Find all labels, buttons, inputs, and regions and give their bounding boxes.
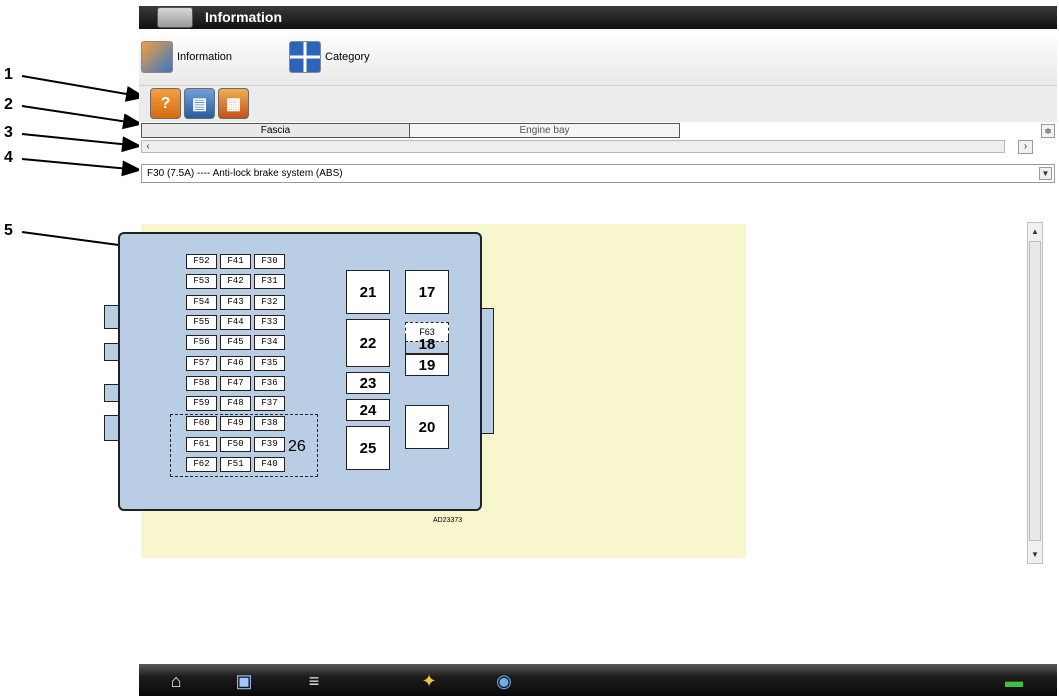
fuse-f56: F56: [186, 335, 217, 351]
data-button[interactable]: ◉: [489, 668, 519, 694]
category-grid-icon: [289, 41, 321, 73]
relay-18: 18: [405, 336, 449, 354]
toolbar: ? ▤ ▦: [139, 85, 1057, 123]
data-icon: ◉: [496, 670, 512, 691]
tab-scroll-icon[interactable]: ≑: [1041, 124, 1055, 138]
relay-19: 19: [405, 354, 449, 376]
diagram-code: AD23373: [433, 517, 463, 524]
fuse-f31: F31: [254, 274, 285, 290]
connection-icon: ▬: [1005, 670, 1023, 691]
scroll-down-icon[interactable]: ▼: [1028, 548, 1042, 561]
callout-arrow-3: [21, 133, 142, 153]
fuse-f54: F54: [186, 294, 217, 310]
fuse-f36: F36: [254, 375, 285, 391]
fuse-f33: F33: [254, 314, 285, 330]
tools-icon: ≡: [308, 670, 320, 691]
home-button[interactable]: ⌂: [161, 668, 191, 694]
nav-bar: Information Category: [139, 29, 1057, 85]
fuse-box-diagram: F52 F41 F30 F53 F42 F31 F54 F43 F32 F55 F44 F33 F56 F…: [104, 232, 494, 511]
connection-button[interactable]: ▬: [999, 668, 1029, 694]
nav-category-label: Category: [325, 51, 370, 63]
help-button[interactable]: ?: [150, 88, 181, 119]
taskbar: ⌂ ▣ ≡ ✦ ◉ ▬: [139, 664, 1057, 696]
fuse-f43: F43: [220, 294, 251, 310]
horizontal-scrollbar[interactable]: ‹: [141, 140, 1005, 153]
fuse-f48: F48: [220, 396, 251, 412]
fuse-f34: F34: [254, 335, 285, 351]
fuse-f45: F45: [220, 335, 251, 351]
fuse-f35: F35: [254, 355, 285, 371]
tab-fascia[interactable]: Fascia: [141, 123, 410, 138]
relay-17: 17: [405, 270, 449, 314]
display-button[interactable]: ▣: [229, 668, 259, 694]
callout-arrow-2: [21, 105, 143, 130]
nav-information-label: Information: [177, 51, 233, 63]
callout-arrow-4: [21, 158, 142, 177]
vehicle-button[interactable]: ✦: [414, 668, 444, 694]
fuse-f59: F59: [186, 396, 217, 412]
fuse-f42: F42: [220, 274, 251, 290]
home-icon: ⌂: [170, 670, 182, 691]
fuse-group-label: 26: [288, 438, 306, 455]
scroll-up-icon[interactable]: ▲: [1028, 225, 1042, 238]
connector-tab: [480, 308, 494, 434]
fuse-f55: F55: [186, 314, 217, 330]
title-bar: Information: [139, 6, 1057, 29]
help-icon: ?: [160, 94, 171, 112]
window-title: Information: [205, 9, 282, 25]
vehicle-data-icon: ▦: [225, 95, 242, 113]
scroll-left-icon[interactable]: ‹: [142, 141, 154, 152]
fuse-f37: F37: [254, 396, 285, 412]
back-icon[interactable]: [157, 7, 193, 28]
print-icon: ▤: [191, 95, 208, 113]
fuse-f32: F32: [254, 294, 285, 310]
fuse-f46: F46: [220, 355, 251, 371]
relay-21: 21: [346, 270, 390, 314]
display-icon: ▣: [235, 670, 253, 691]
callout-arrow-1: [21, 75, 146, 102]
scroll-right-icon[interactable]: ›: [1018, 140, 1033, 154]
print-button[interactable]: ▤: [184, 88, 215, 119]
relay-25: 25: [346, 426, 390, 470]
fuse-f30: F30: [254, 254, 285, 269]
fuse-dropdown[interactable]: F30 (7.5A) ---- Anti-lock brake system (…: [141, 164, 1055, 183]
tab-strip: Fascia Engine bay ≑: [139, 122, 1057, 139]
tools-button[interactable]: ≡: [299, 668, 329, 694]
vertical-scrollbar[interactable]: ▲ ▼: [1027, 222, 1043, 564]
chevron-down-icon[interactable]: ▼: [1039, 167, 1052, 180]
information-icon: [141, 41, 173, 73]
fuse-f44: F44: [220, 314, 251, 330]
nav-information-button[interactable]: Information: [141, 41, 232, 73]
vehicle-icon: ✦: [421, 670, 437, 691]
relay-20: 20: [405, 405, 449, 449]
scroll-thumb[interactable]: [1029, 241, 1041, 541]
fuse-dropdown-value: F30 (7.5A) ---- Anti-lock brake system (…: [147, 168, 343, 179]
relay-24: 24: [346, 399, 390, 421]
vehicle-data-button[interactable]: ▦: [218, 88, 249, 119]
fuse-f52: F52: [186, 254, 217, 269]
fuse-f58: F58: [186, 375, 217, 391]
fuse-f57: F57: [186, 355, 217, 371]
tab-engine-bay[interactable]: Engine bay: [410, 123, 680, 138]
fuse-f53: F53: [186, 274, 217, 290]
fuse-f47: F47: [220, 375, 251, 391]
fuse-f41: F41: [220, 254, 251, 269]
relay-22: 22: [346, 319, 390, 367]
nav-category-button[interactable]: Category: [289, 41, 370, 73]
relay-23: 23: [346, 372, 390, 394]
